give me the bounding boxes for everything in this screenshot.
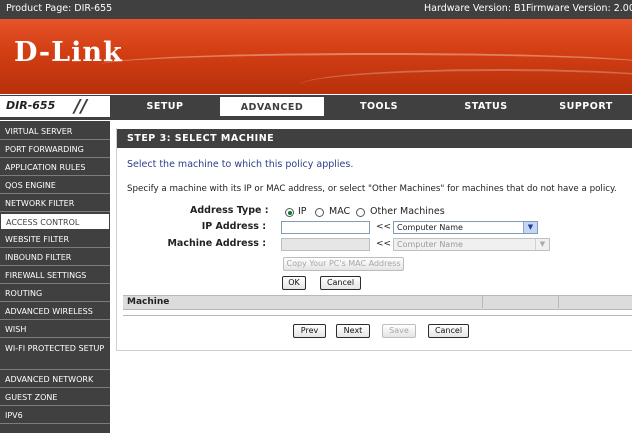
prev-button[interactable]: Prev [293, 324, 326, 338]
tab-tools[interactable]: TOOLS [326, 96, 432, 117]
save-button[interactable]: Save [382, 324, 416, 338]
copy-mac-address-button[interactable]: Copy Your PC's MAC Address [283, 257, 404, 271]
ok-button[interactable]: OK [282, 276, 306, 290]
next-button[interactable]: Next [336, 324, 370, 338]
brand-banner: D-Link [0, 19, 632, 94]
sidebar-item-inbound-filter[interactable]: INBOUND FILTER [0, 249, 110, 266]
step-intro: Select the machine to which this policy … [127, 159, 354, 170]
machine-address-input[interactable] [281, 238, 370, 251]
machine-address-label: Machine Address : [167, 238, 266, 249]
chevron-down-icon: ▼ [535, 239, 549, 250]
sidebar-item-network-filter[interactable]: NETWORK FILTER [0, 195, 110, 212]
dlink-logo: D-Link [14, 37, 123, 68]
model-name: DIR-655 [6, 99, 56, 112]
copy-mac-arrows: << [376, 239, 392, 249]
sidebar-item-advanced-wireless[interactable]: ADVANCED WIRELESS [0, 303, 110, 320]
ip-radio[interactable] [285, 208, 294, 217]
ip-radio-label: IP [298, 206, 307, 217]
sidebar-item-qos-engine[interactable]: QOS ENGINE [0, 177, 110, 194]
sidebar-item-advanced-network[interactable]: ADVANCED NETWORK [0, 371, 110, 388]
footer-cancel-button[interactable]: Cancel [428, 324, 469, 338]
other-machines-radio[interactable] [356, 208, 365, 217]
hardware-version: Hardware Version: B1 [424, 3, 527, 14]
ip-computer-name-select[interactable]: Computer Name ▼ [393, 221, 538, 234]
tab-status[interactable]: STATUS [433, 96, 539, 117]
product-page-link[interactable]: Product Page: DIR-655 [6, 3, 112, 14]
sidebar-item-routing[interactable]: ROUTING [0, 285, 110, 302]
ip-address-label: IP Address : [201, 221, 266, 232]
mac-radio-label: MAC [329, 206, 351, 217]
mac-computer-name-select[interactable]: Computer Name ▼ [393, 238, 550, 251]
step-description: Specify a machine with its IP or MAC add… [127, 184, 617, 194]
step-title: STEP 3: SELECT MACHINE [117, 129, 632, 148]
sidebar-item-access-control[interactable]: ACCESS CONTROL [0, 213, 110, 230]
copy-ip-arrows: << [376, 222, 392, 232]
top-info-bar: Product Page: DIR-655 Hardware Version: … [0, 0, 632, 19]
machine-column-header: Machine [127, 297, 170, 307]
column-divider [558, 295, 559, 308]
tab-setup[interactable]: SETUP [112, 96, 218, 117]
sidebar-item-wifi-protected-setup[interactable]: WI-FI PROTECTED SETUP [0, 339, 110, 370]
machine-table-header: Machine [123, 295, 632, 310]
tab-advanced[interactable]: ADVANCED [219, 96, 325, 117]
ip-address-input[interactable] [281, 221, 370, 234]
cancel-button[interactable]: Cancel [320, 276, 361, 290]
model-badge: DIR-655 // [0, 96, 111, 117]
sidebar-item-ipv6[interactable]: IPV6 [0, 407, 110, 424]
sidebar-item-application-rules[interactable]: APPLICATION RULES [0, 159, 110, 176]
sidebar-item-virtual-server[interactable]: VIRTUAL SERVER [0, 123, 110, 140]
firmware-version: Firmware Version: 2.00NA [526, 3, 632, 14]
sidebar-item-firewall-settings[interactable]: FIREWALL SETTINGS [0, 267, 110, 284]
column-divider [482, 295, 483, 308]
mac-radio[interactable] [315, 208, 324, 217]
address-type-label: Address Type : [190, 205, 269, 216]
sidebar-item-website-filter[interactable]: WEBSITE FILTER [0, 231, 110, 248]
other-machines-label: Other Machines [370, 206, 445, 217]
sidebar-item-guest-zone[interactable]: GUEST ZONE [0, 389, 110, 406]
sidebar-item-wish[interactable]: WISH [0, 321, 110, 338]
sidebar: VIRTUAL SERVER PORT FORWARDING APPLICATI… [0, 121, 110, 433]
table-row [123, 310, 632, 316]
chevron-down-icon: ▼ [523, 222, 537, 233]
tab-support[interactable]: SUPPORT [540, 96, 632, 117]
mac-select-value: Computer Name [397, 240, 463, 249]
ip-select-value: Computer Name [397, 223, 463, 232]
model-slash-icon: // [74, 96, 88, 117]
sidebar-item-port-forwarding[interactable]: PORT FORWARDING [0, 141, 110, 158]
